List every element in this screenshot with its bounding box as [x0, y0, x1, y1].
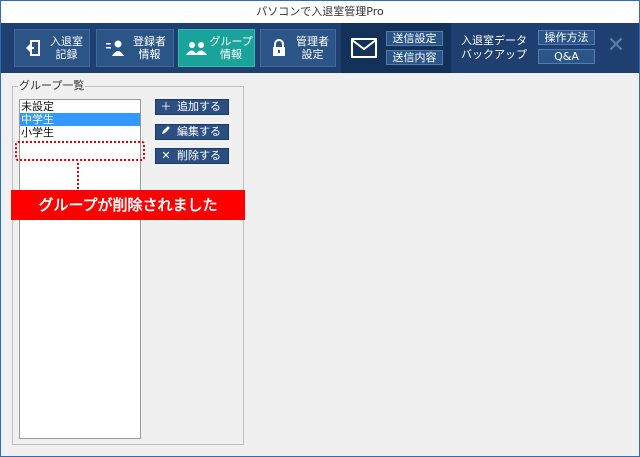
person-list-icon	[104, 37, 126, 59]
send-content-button[interactable]: 送信内容	[386, 50, 443, 65]
faq-button[interactable]: Q&A	[538, 49, 595, 64]
admin-settings-label: 管理者 設定	[296, 35, 329, 61]
group-list-title: グループ一覧	[18, 79, 86, 92]
list-item[interactable]: 小学生	[20, 126, 140, 139]
callout-connector	[77, 163, 79, 189]
mail-icon	[351, 38, 377, 62]
entry-exit-log-label: 入退室 記録	[50, 35, 83, 61]
delete-group-label: 削除する	[177, 149, 221, 162]
cross-icon: ✕	[161, 149, 171, 162]
add-group-button[interactable]: ＋ 追加する	[155, 99, 229, 115]
delete-group-button[interactable]: ✕ 削除する	[155, 148, 229, 164]
admin-settings-button[interactable]: 管理者 設定	[260, 29, 336, 67]
how-to-use-button[interactable]: 操作方法	[538, 30, 595, 45]
app-window: パソコンで入退室管理Pro 入退室 記録 登録者 情報 グループ 情報 管理者 …	[0, 0, 640, 457]
pencil-icon	[159, 125, 173, 139]
add-group-label: 追加する	[177, 100, 221, 113]
send-settings-button[interactable]: 送信設定	[386, 31, 443, 46]
plus-icon: ＋	[160, 100, 172, 113]
window-title: パソコンで入退室管理Pro	[1, 1, 639, 23]
list-item[interactable]: 未設定	[20, 100, 140, 113]
people-group-icon	[186, 37, 208, 59]
mail-settings-group: 送信設定 送信内容	[341, 23, 451, 73]
entry-exit-log-button[interactable]: 入退室 記録	[14, 29, 90, 67]
lock-icon	[268, 37, 290, 59]
list-item-selected[interactable]: 中学生	[20, 113, 140, 126]
backup-button[interactable]: 入退室データ バックアップ	[456, 29, 532, 67]
door-exit-icon	[22, 37, 44, 59]
group-info-label: グループ 情報	[209, 35, 253, 61]
edit-group-button[interactable]: 編集する	[155, 124, 229, 140]
deleted-item-highlight	[15, 141, 145, 161]
close-icon[interactable]: ✕	[605, 35, 627, 57]
group-info-button[interactable]: グループ 情報	[178, 29, 255, 67]
registrant-info-button[interactable]: 登録者 情報	[96, 29, 174, 67]
edit-group-label: 編集する	[177, 125, 221, 138]
registrant-info-label: 登録者 情報	[133, 35, 166, 61]
deleted-message-callout: グループが削除されました	[11, 190, 245, 220]
